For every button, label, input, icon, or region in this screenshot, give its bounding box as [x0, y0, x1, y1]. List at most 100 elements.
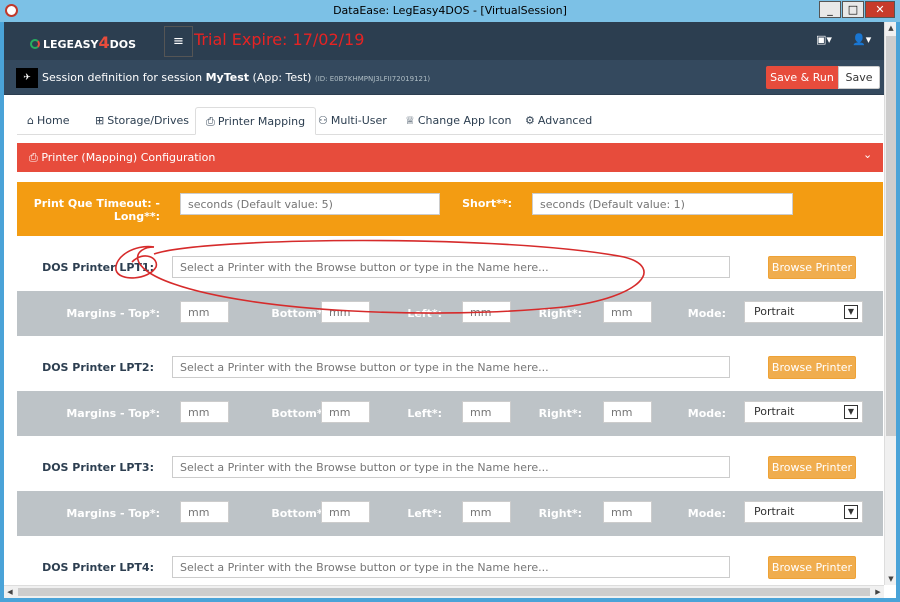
margin-bottom-input[interactable]: [321, 301, 370, 323]
session-name: MyTest: [205, 71, 250, 84]
chevron-down-icon[interactable]: ▼: [844, 505, 858, 519]
margin-top-label: Margins - Top*:: [66, 407, 160, 420]
margin-left-input[interactable]: [462, 501, 511, 523]
printer-lpt4-input[interactable]: [172, 556, 730, 578]
panel-header[interactable]: ⎙ Printer (Mapping) Configuration ⌄: [17, 143, 883, 172]
margins-row-lpt3: Margins - Top*: Bottom*: Left*: Right*: …: [17, 491, 883, 536]
save-and-run-button[interactable]: Save & Run: [766, 66, 838, 89]
session-app-icon: ✈: [16, 68, 38, 88]
horizontal-scrollbar[interactable]: ◀ ▶: [4, 585, 884, 598]
tab-home[interactable]: ⌂ Home: [17, 107, 79, 135]
title-bar: DataEase: LegEasy4DOS - [VirtualSession]…: [0, 0, 900, 22]
margin-top-input[interactable]: [180, 401, 229, 423]
tab-label: Multi-User: [330, 114, 387, 127]
margins-row-lpt1: Margins - Top*: Bottom*: Left*: Right*: …: [17, 291, 883, 336]
menu-toggle-icon[interactable]: ≡: [164, 26, 193, 57]
printer-lpt3-input[interactable]: [172, 456, 730, 478]
printer-lpt1-input[interactable]: [172, 256, 730, 278]
margin-bottom-input[interactable]: [321, 501, 370, 523]
margin-bottom-label: Bottom*:: [271, 307, 327, 320]
trial-expiry-text: Trial Expire: 17/02/19: [194, 30, 365, 49]
session-prefix: Session definition for session: [42, 71, 203, 84]
chevron-down-icon[interactable]: ▼: [844, 405, 858, 419]
panel-title: ⎙ Printer (Mapping) Configuration: [29, 151, 215, 165]
sitemap-icon: ⊞: [95, 114, 105, 127]
vertical-scroll-thumb[interactable]: [886, 36, 896, 436]
margin-right-input[interactable]: [603, 401, 652, 423]
session-id: (ID: E0B7KHMPNJ3LFII72019121): [314, 75, 431, 83]
tab-label: Printer Mapping: [217, 115, 306, 128]
margin-bottom-label: Bottom*:: [271, 407, 327, 420]
printer-lpt3-label: DOS Printer LPT3:: [42, 461, 154, 474]
margin-bottom-input[interactable]: [321, 401, 370, 423]
mode-label: Mode:: [687, 507, 726, 520]
browse-printer-lpt4-button[interactable]: Browse Printer: [768, 556, 856, 579]
timeout-long-label-line1: Print Que Timeout: -: [33, 197, 160, 210]
timeout-long-label: Print Que Timeout: - Long**:: [34, 197, 160, 223]
minimize-button[interactable]: _: [819, 1, 841, 18]
mode-value: Portrait: [754, 505, 795, 518]
scroll-right-icon[interactable]: ▶: [872, 586, 884, 598]
tab-advanced[interactable]: ⚙ Advanced: [515, 107, 602, 135]
home-icon: ⌂: [27, 114, 34, 127]
printer-icon: ⎙: [206, 115, 215, 128]
top-navbar: LEGEASY4DOS ≡ Trial Expire: 17/02/19 ▣▾ …: [4, 22, 884, 60]
session-app: (App: Test): [252, 71, 312, 84]
session-header: ✈ Session definition for session MyTest …: [4, 60, 884, 95]
user-icon[interactable]: 👤▾: [852, 33, 871, 46]
client-area: LEGEASY4DOS ≡ Trial Expire: 17/02/19 ▣▾ …: [4, 22, 896, 598]
printer-lpt2-input[interactable]: [172, 356, 730, 378]
printer-row-lpt4: DOS Printer LPT4: Browse Printer: [17, 536, 883, 585]
mode-select[interactable]: Portrait ▼: [744, 401, 863, 423]
margin-bottom-label: Bottom*:: [271, 507, 327, 520]
timeout-long-input[interactable]: [180, 193, 440, 215]
horizontal-scroll-thumb[interactable]: [18, 588, 870, 596]
maximize-button[interactable]: □: [842, 1, 864, 18]
scroll-left-icon[interactable]: ◀: [4, 586, 16, 598]
margin-top-input[interactable]: [180, 501, 229, 523]
timeout-short-input[interactable]: [532, 193, 793, 215]
tab-label: Storage/Drives: [107, 114, 190, 127]
margin-left-input[interactable]: [462, 301, 511, 323]
mode-select[interactable]: Portrait ▼: [744, 301, 863, 323]
trophy-icon: ♕: [405, 114, 415, 127]
window-title: DataEase: LegEasy4DOS - [VirtualSession]: [333, 4, 567, 17]
browse-printer-lpt2-button[interactable]: Browse Printer: [768, 356, 856, 379]
browse-printer-lpt3-button[interactable]: Browse Printer: [768, 456, 856, 479]
margin-right-label: Right*:: [538, 407, 582, 420]
chevron-down-icon[interactable]: ⌄: [863, 148, 872, 161]
tab-multi-user[interactable]: ⚇ Multi-User: [308, 107, 397, 135]
tab-storage-drives[interactable]: ⊞ Storage/Drives: [85, 107, 199, 135]
mode-label: Mode:: [687, 307, 726, 320]
browse-printer-lpt1-button[interactable]: Browse Printer: [768, 256, 856, 279]
printer-row-lpt3: DOS Printer LPT3: Browse Printer: [17, 436, 883, 491]
chevron-down-icon[interactable]: ▼: [844, 305, 858, 319]
margin-left-label: Left*:: [407, 307, 442, 320]
margins-row-lpt2: Margins - Top*: Bottom*: Left*: Right*: …: [17, 391, 883, 436]
margin-right-input[interactable]: [603, 501, 652, 523]
margin-top-label: Margins - Top*:: [66, 507, 160, 520]
briefcase-icon[interactable]: ▣▾: [816, 33, 832, 46]
printer-lpt2-label: DOS Printer LPT2:: [42, 361, 154, 374]
tab-change-app-icon[interactable]: ♕ Change App Icon: [395, 107, 521, 135]
close-button[interactable]: ✕: [865, 1, 895, 18]
margin-left-input[interactable]: [462, 401, 511, 423]
margin-top-label: Margins - Top*:: [66, 307, 160, 320]
tab-printer-mapping[interactable]: ⎙ Printer Mapping: [195, 107, 317, 135]
margin-right-input[interactable]: [603, 301, 652, 323]
scroll-down-icon[interactable]: ▼: [886, 573, 896, 585]
mode-value: Portrait: [754, 405, 795, 418]
vertical-scrollbar[interactable]: ▲ ▼: [884, 22, 896, 585]
scroll-up-icon[interactable]: ▲: [886, 22, 896, 34]
logo-text-suffix: DOS: [109, 38, 137, 51]
users-icon: ⚇: [318, 114, 328, 127]
save-button[interactable]: Save: [838, 66, 880, 89]
logo-text-prefix: LEGEASY: [43, 38, 99, 51]
tab-label: Change App Icon: [417, 114, 512, 127]
mode-value: Portrait: [754, 305, 795, 318]
brand-logo[interactable]: LEGEASY4DOS: [30, 33, 136, 52]
mode-select[interactable]: Portrait ▼: [744, 501, 863, 523]
printer-row-lpt2: DOS Printer LPT2: Browse Printer: [17, 336, 883, 391]
margin-top-input[interactable]: [180, 301, 229, 323]
tab-label: Advanced: [537, 114, 593, 127]
